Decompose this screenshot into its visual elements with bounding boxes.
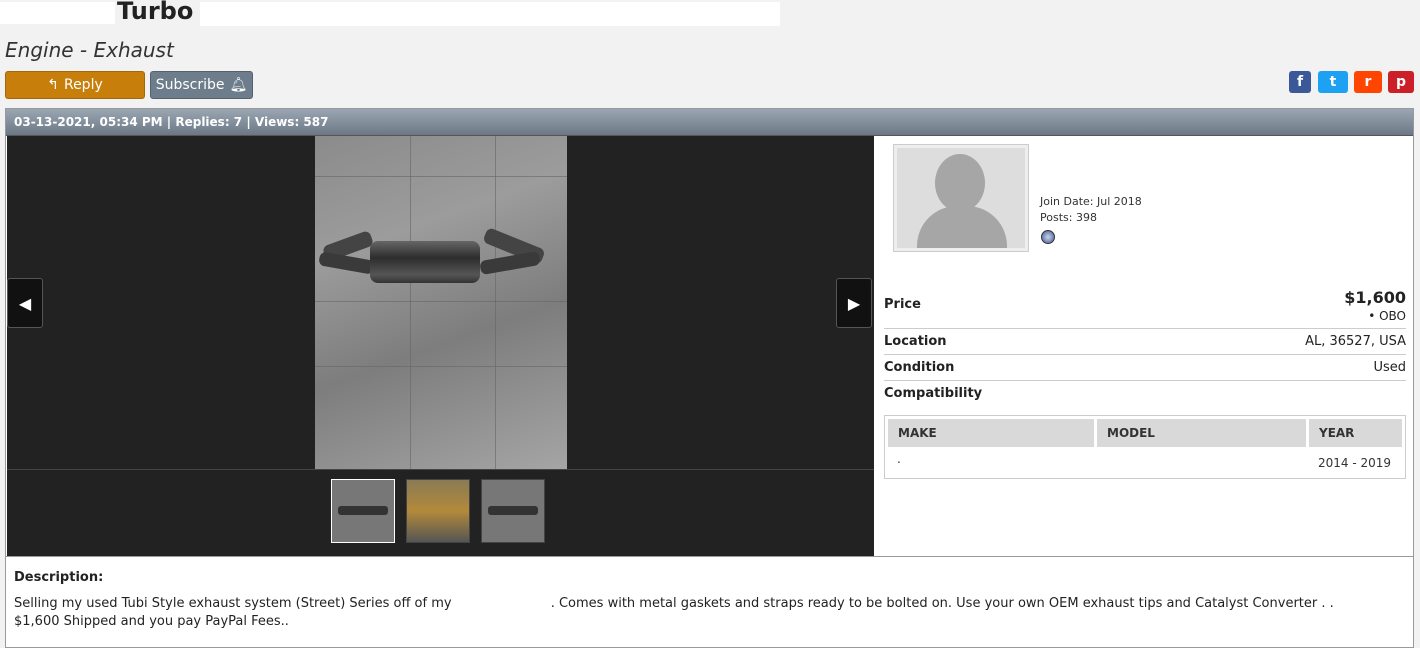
pinterest-share-icon[interactable]: p	[1388, 71, 1414, 93]
redacted-area	[455, 596, 551, 611]
description-title: Description:	[14, 570, 104, 585]
muffler	[370, 241, 480, 283]
reply-label: Reply	[63, 77, 103, 93]
redacted-username	[1039, 146, 1099, 162]
compatibility-table: MAKE MODEL YEAR . 2014 - 2019	[884, 415, 1406, 479]
subscribe-button[interactable]: Subscribe 🔔︎	[150, 71, 253, 99]
location-row: Location AL, 36527, USA	[884, 329, 1406, 355]
condition-label: Condition	[884, 360, 955, 375]
post-meta: 03-13-2021, 05:34 PM | Replies: 7 | View…	[14, 115, 329, 129]
reply-button[interactable]: ↰ Reply	[5, 71, 145, 99]
description-text: . Comes with metal gaskets and straps re…	[550, 596, 1334, 611]
post-count: Posts: 398	[1040, 211, 1097, 224]
join-date: Join Date: Jul 2018	[1040, 195, 1142, 208]
rank-icon	[1041, 230, 1055, 244]
col-model: MODEL	[1097, 419, 1306, 447]
thread-category: Engine - Exhaust	[5, 38, 174, 62]
description-line-2: $1,600 Shipped and you pay PayPal Fees..	[14, 614, 289, 629]
main-photo[interactable]	[315, 136, 567, 469]
redacted-user-title	[1039, 178, 1179, 190]
next-arrow-icon[interactable]: ▶	[836, 278, 872, 328]
post-header: 03-13-2021, 05:34 PM | Replies: 7 | View…	[6, 109, 1413, 136]
tile-line	[495, 136, 496, 469]
bell-icon: 🔔︎	[229, 77, 248, 93]
redacted-area	[200, 2, 780, 26]
thumbnail[interactable]	[331, 479, 395, 543]
tile-line	[315, 301, 567, 302]
exhaust-pipe	[479, 250, 541, 276]
thread-title: Turbo	[0, 0, 800, 28]
prev-arrow-icon[interactable]: ◀	[7, 278, 43, 328]
compat-label: Compatibility	[884, 386, 983, 401]
description-line-1: Selling my used Tubi Style exhaust syste…	[14, 596, 1334, 611]
col-year: YEAR	[1309, 419, 1402, 447]
thread-title-text: Turbo	[117, 0, 194, 25]
price-label: Price	[884, 297, 921, 312]
location-label: Location	[884, 334, 947, 349]
description-section: Description: Selling my used Tubi Style …	[6, 556, 1413, 647]
price-value: $1,600	[1344, 288, 1406, 307]
cell-make: .	[897, 452, 901, 466]
thumbnail[interactable]	[481, 479, 545, 543]
price-row: Price $1,600 • OBO	[884, 286, 1406, 329]
reply-icon: ↰	[47, 77, 59, 93]
tile-line	[315, 366, 567, 367]
gallery-divider	[7, 469, 874, 470]
location-value: AL, 36527, USA	[1305, 334, 1406, 349]
cell-year: 2014 - 2019	[1318, 456, 1392, 470]
reddit-share-icon[interactable]: r	[1354, 71, 1382, 93]
compat-row: Compatibility	[884, 381, 1406, 409]
facebook-share-icon[interactable]: f	[1289, 71, 1311, 93]
col-make: MAKE	[888, 419, 1094, 447]
description-text: Selling my used Tubi Style exhaust syste…	[14, 596, 452, 611]
obo-badge: • OBO	[1368, 309, 1406, 323]
tile-line	[315, 176, 567, 177]
condition-value: Used	[1373, 360, 1406, 375]
twitter-share-icon[interactable]: t	[1318, 71, 1348, 93]
thumbnail[interactable]	[406, 479, 470, 543]
tile-line	[410, 136, 411, 469]
avatar-placeholder	[897, 148, 1025, 248]
subscribe-label: Subscribe	[155, 77, 225, 93]
photo-gallery: ◀ ▶	[7, 136, 874, 556]
redacted-area	[1203, 334, 1298, 348]
redacted-area	[0, 2, 115, 24]
avatar[interactable]	[893, 144, 1029, 252]
condition-row: Condition Used	[884, 355, 1406, 381]
